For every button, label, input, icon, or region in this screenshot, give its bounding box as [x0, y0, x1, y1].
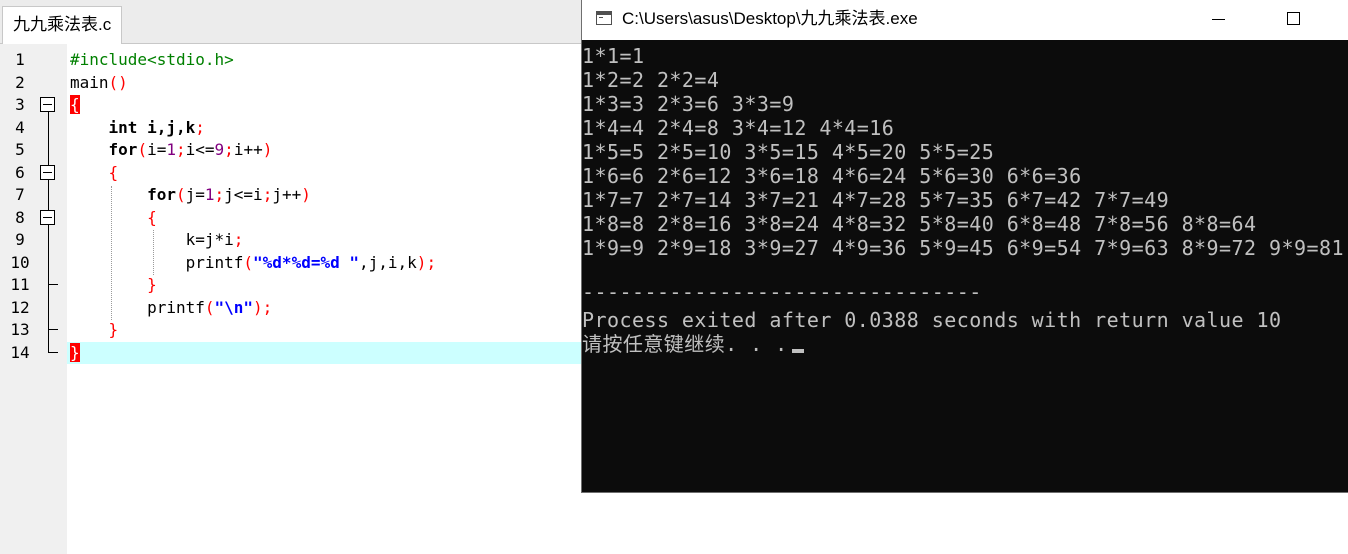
code-text: } [70, 319, 119, 342]
fold-end-marker [48, 319, 58, 330]
string-literal: "%d*%d=%d " [253, 252, 359, 272]
line-number: 7 [15, 185, 25, 204]
fold-end-marker [48, 341, 58, 353]
line-number: 12 [10, 297, 30, 317]
number-literal: 1 [204, 185, 215, 204]
output-line: 1*1=1 [582, 44, 645, 68]
semicolon: ; [262, 185, 273, 204]
line-number: 3 [15, 95, 25, 114]
code-token: i++ [233, 140, 263, 159]
code-token: j= [185, 185, 205, 204]
parens: () [108, 72, 128, 92]
fold-collapse-icon[interactable] [40, 209, 55, 225]
text-cursor [791, 349, 804, 353]
console-window[interactable]: C:\Users\asus\Desktop\九九乘法表.exe 1*1=1 1*… [581, 0, 1348, 493]
minimize-button[interactable] [1212, 19, 1225, 20]
maximize-button[interactable] [1287, 12, 1300, 25]
function-call: printf [185, 252, 244, 272]
paren: ) [301, 185, 311, 204]
assignment: k=j*i [185, 230, 234, 249]
code-text: { [70, 207, 157, 230]
paren: ( [243, 252, 254, 272]
matched-brace: { [70, 95, 80, 114]
paren: ( [137, 140, 148, 159]
press-any-key-prompt: 请按任意键继续. . . [582, 332, 788, 356]
console-output[interactable]: 1*1=1 1*2=2 2*2=4 1*3=3 2*3=6 3*3=9 1*4=… [582, 40, 1348, 492]
semicolon: ; [262, 297, 273, 317]
brace: { [147, 207, 157, 227]
function-name: main [70, 72, 109, 92]
semicolon: ; [233, 230, 244, 249]
code-text: printf("%d*%d=%d ",j,i,k); [70, 252, 436, 275]
line-number: 9 [15, 230, 25, 249]
paren: ) [253, 297, 263, 317]
code-text: { [70, 162, 119, 185]
output-line: 1*8=8 2*8=16 3*8=24 4*8=32 5*8=40 6*8=48… [582, 212, 1257, 236]
code-text: { [70, 94, 80, 117]
fold-collapse-icon[interactable] [40, 164, 55, 180]
line-number: 13 [10, 320, 30, 339]
semicolon: ; [214, 185, 225, 204]
string-literal: "\n" [214, 297, 254, 317]
function-call: printf [147, 297, 205, 317]
include-directive: #include<stdio.h> [70, 50, 234, 69]
line-number: 8 [15, 207, 25, 227]
code-text: } [70, 274, 157, 297]
output-line: 1*9=9 2*9=18 3*9=27 4*9=36 5*9=45 6*9=54… [582, 236, 1344, 260]
code-token: i= [147, 140, 167, 159]
line-number: 4 [15, 117, 25, 137]
code-text: for(i=1;i<=9;i++) [70, 139, 273, 162]
number-literal: 1 [166, 140, 176, 159]
console-titlebar[interactable]: C:\Users\asus\Desktop\九九乘法表.exe [582, 0, 1348, 40]
semicolon: ; [224, 140, 234, 159]
semicolon: ; [195, 117, 205, 137]
code-text: for(j=1;j<=i;j++) [70, 184, 311, 207]
line-number: 1 [15, 50, 25, 69]
matched-brace: } [70, 342, 80, 362]
output-line: 1*6=6 2*6=12 3*6=18 4*6=24 5*6=30 6*6=36 [582, 164, 1082, 188]
paren: ) [262, 140, 273, 159]
output-line: 1*3=3 2*3=6 3*3=9 [582, 92, 795, 116]
tab-source-file[interactable]: 九九乘法表.c [2, 6, 123, 44]
paren: ( [204, 297, 215, 317]
line-number: 2 [15, 72, 25, 92]
line-number: 11 [10, 275, 30, 294]
paren: ( [175, 185, 186, 204]
code-text: int i,j,k; [70, 117, 205, 140]
code-token: j++ [272, 185, 302, 204]
number-literal: 9 [214, 140, 225, 159]
line-number: 6 [15, 162, 25, 182]
output-line: 1*4=4 2*4=8 3*4=12 4*4=16 [582, 116, 895, 140]
fold-collapse-icon[interactable] [40, 97, 55, 112]
fold-end-marker [48, 274, 58, 285]
prompt-line: 请按任意键继续. . . [582, 332, 804, 356]
brace: } [108, 320, 119, 339]
keyword-int: int [108, 117, 138, 137]
code-text: main() [70, 72, 128, 95]
keyword-for: for [108, 140, 138, 159]
console-title: C:\Users\asus\Desktop\九九乘法表.exe [622, 9, 918, 28]
code-token: i<= [185, 140, 215, 159]
output-separator: -------------------------------- [582, 280, 982, 304]
exit-message: Process exited after 0.0388 seconds with… [582, 308, 1282, 332]
code-token: j<=i [224, 185, 263, 204]
semicolon: ; [175, 140, 186, 159]
output-line: 1*5=5 2*5=10 3*5=15 4*5=20 5*5=25 [582, 140, 995, 164]
output-line: 1*2=2 2*2=4 [582, 68, 720, 92]
console-app-icon [596, 11, 612, 25]
code-token: ,j,i,k [359, 252, 417, 272]
paren: ) [416, 252, 427, 272]
line-number: 5 [15, 140, 25, 159]
line-number: 14 [10, 342, 30, 362]
brace: } [147, 275, 157, 294]
brace: { [108, 162, 119, 182]
code-text: } [70, 342, 80, 365]
code-text: printf("\n"); [70, 297, 272, 320]
output-line: 1*7=7 2*7=14 3*7=21 4*7=28 5*7=35 6*7=42… [582, 188, 1170, 212]
declaration-vars: i,j,k [137, 117, 196, 137]
line-number: 10 [10, 252, 30, 272]
semicolon: ; [426, 252, 437, 272]
keyword-for: for [147, 185, 176, 204]
code-text: k=j*i; [70, 229, 244, 252]
